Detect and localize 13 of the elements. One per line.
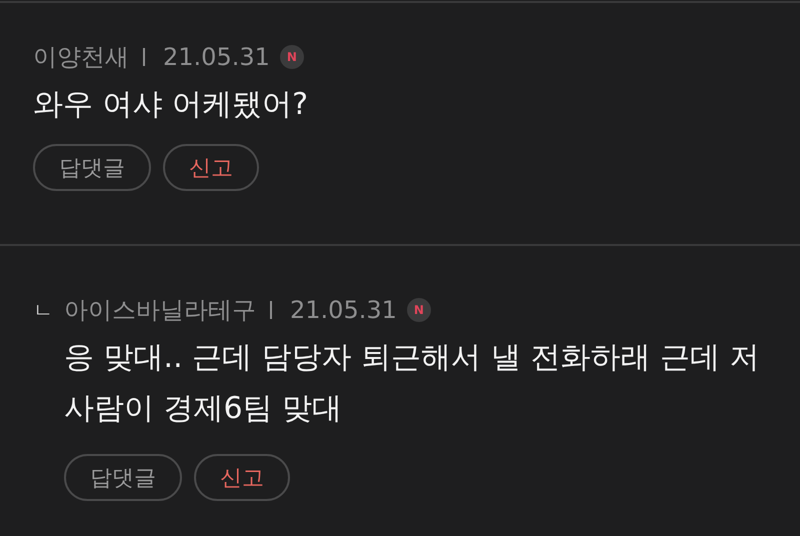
reply-button[interactable]: 답댓글 <box>64 454 182 501</box>
report-button[interactable]: 신고 <box>163 144 259 191</box>
reply-button[interactable]: 답댓글 <box>33 144 151 191</box>
author-name[interactable]: 이양천새 <box>33 41 129 73</box>
new-badge: N <box>280 45 304 69</box>
author-name[interactable]: 아이스바닐라테구 <box>64 294 256 326</box>
comment-date: 21.05.31 <box>290 296 397 324</box>
new-badge: N <box>406 298 431 322</box>
comment-text: 응 맞대.. 근데 담당자 퇴근해서 낼 전화하래 근데 저사람이 경제6팀 맞대 <box>64 339 760 428</box>
report-button[interactable]: 신고 <box>194 454 290 501</box>
comment-date: 21.05.31 <box>163 43 270 71</box>
reply-marker: ㄴ <box>33 296 54 324</box>
comment-text: 와우 여샤 어케됐어? <box>33 86 309 124</box>
